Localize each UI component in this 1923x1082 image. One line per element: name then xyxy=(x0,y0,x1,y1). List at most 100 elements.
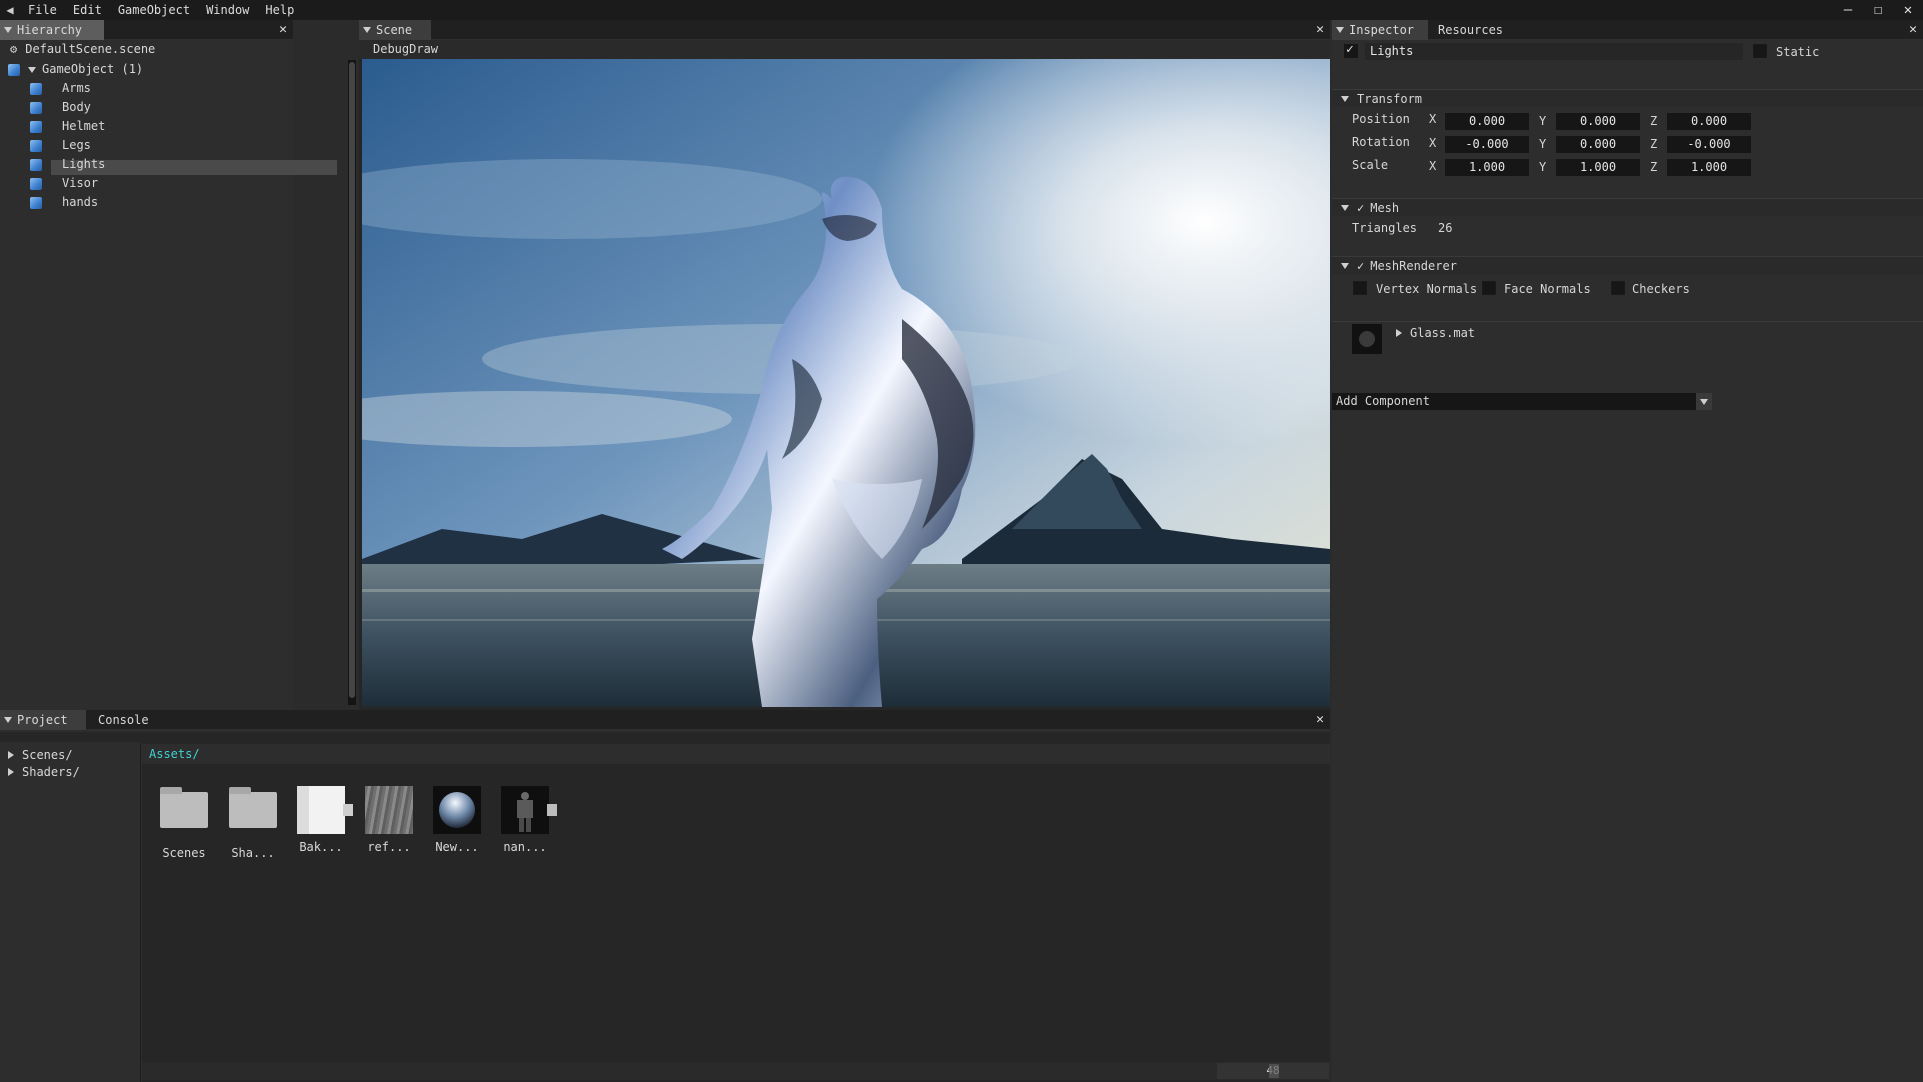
close-icon[interactable]: ✕ xyxy=(1893,0,1923,20)
expand-arrow-icon[interactable] xyxy=(1396,329,1402,337)
vertex-normals-checkbox[interactable] xyxy=(1353,281,1367,295)
tab-menu-icon[interactable] xyxy=(4,716,12,723)
cube-icon xyxy=(30,158,42,171)
hierarchy-item-visor[interactable]: Visor xyxy=(30,174,98,192)
asset-ref-texture[interactable]: ref... xyxy=(364,786,414,854)
hierarchy-root-row[interactable]: GameObject (1) xyxy=(8,60,143,78)
check-icon[interactable]: ✓ xyxy=(1357,201,1364,215)
rotation-z-field[interactable]: -0.000 xyxy=(1667,136,1751,153)
hierarchy-item-arms[interactable]: Arms xyxy=(30,79,91,97)
field-value: 1.000 xyxy=(1468,160,1506,174)
scale-z-field[interactable]: 1.000 xyxy=(1667,159,1751,176)
texture-thumbnail-icon xyxy=(365,786,413,834)
hierarchy-item-lights[interactable]: Lights xyxy=(30,155,105,173)
asset-bake-texture[interactable]: Bak... xyxy=(296,786,353,854)
tab-menu-icon[interactable] xyxy=(1336,26,1344,33)
position-y-field[interactable]: 0.000 xyxy=(1556,113,1640,130)
scale-y-field[interactable]: 1.000 xyxy=(1556,159,1640,176)
tab-resources-label: Resources xyxy=(1438,22,1504,37)
scene-icon: ⚙ xyxy=(10,42,18,56)
tab-hierarchy-label: Hierarchy xyxy=(17,22,83,37)
check-icon[interactable]: ✓ xyxy=(1357,259,1364,273)
tab-project[interactable]: Project xyxy=(0,709,86,730)
hierarchy-item-hands[interactable]: hands xyxy=(30,193,98,211)
maximize-icon[interactable]: ☐ xyxy=(1863,0,1893,20)
axis-y-label: Y xyxy=(1539,160,1547,174)
folder-tree: Scenes/ Shaders/ xyxy=(0,742,141,1082)
asset-name: Sha... xyxy=(231,846,275,860)
material-thumbnail[interactable] xyxy=(1352,324,1382,354)
path-bar: Assets/ xyxy=(142,744,1330,764)
checkers-checkbox[interactable] xyxy=(1611,281,1625,295)
close-icon[interactable]: ✕ xyxy=(1316,712,1324,728)
position-x-field[interactable]: 0.000 xyxy=(1445,113,1529,130)
static-checkbox[interactable] xyxy=(1753,44,1767,58)
scene-file-label: DefaultScene.scene xyxy=(25,42,156,56)
expand-arrow-icon[interactable] xyxy=(8,768,14,776)
scale-x-field[interactable]: 1.000 xyxy=(1445,159,1529,176)
slider-handle[interactable] xyxy=(1269,1064,1279,1078)
asset-scenes-folder[interactable]: Scenes xyxy=(159,786,209,860)
mesh-header[interactable]: ✓ Mesh xyxy=(1332,198,1923,216)
minimize-icon[interactable]: — xyxy=(1833,0,1863,20)
hierarchy-scrollbar[interactable] xyxy=(348,60,356,705)
path-label[interactable]: Assets/ xyxy=(149,746,200,762)
asset-shaders-folder[interactable]: Sha... xyxy=(228,786,278,860)
model-thumbnail-icon xyxy=(501,786,557,834)
tab-hierarchy[interactable]: Hierarchy xyxy=(0,19,104,40)
collapse-arrow-icon[interactable] xyxy=(1341,204,1349,211)
tab-resources[interactable]: Resources xyxy=(1428,20,1511,40)
thumbnail-size-slider[interactable]: 48 xyxy=(142,1062,1330,1080)
add-component-dropdown[interactable]: Add Component xyxy=(1332,393,1712,410)
menu-window[interactable]: Window xyxy=(198,0,257,20)
menu-help[interactable]: Help xyxy=(257,0,302,20)
face-normals-checkbox[interactable] xyxy=(1482,281,1496,295)
inspector-tabbar: Inspector Resources ✕ xyxy=(1332,19,1923,40)
chevron-down-icon[interactable] xyxy=(1696,393,1712,410)
rotation-x-field[interactable]: -0.000 xyxy=(1445,136,1529,153)
hierarchy-item-legs[interactable]: Legs xyxy=(30,136,91,154)
asset-new-material[interactable]: New... xyxy=(432,786,482,854)
close-icon[interactable]: ✕ xyxy=(1316,22,1324,38)
position-z-field[interactable]: 0.000 xyxy=(1667,113,1751,130)
tab-menu-icon[interactable] xyxy=(4,26,12,33)
expand-arrow-icon[interactable] xyxy=(28,67,36,73)
material-row[interactable]: Glass.mat xyxy=(1396,324,1475,342)
scene-file-row[interactable]: ⚙ DefaultScene.scene xyxy=(10,40,155,58)
asset-nanosuit-model[interactable]: nan... xyxy=(500,786,557,854)
menu-gameobject[interactable]: GameObject xyxy=(110,0,198,20)
close-icon[interactable]: ✕ xyxy=(279,22,287,38)
tab-console[interactable]: Console xyxy=(86,710,157,730)
transform-header[interactable]: Transform xyxy=(1332,89,1923,107)
triangles-label: Triangles xyxy=(1352,221,1418,235)
meshrenderer-header[interactable]: ✓ MeshRenderer xyxy=(1332,256,1923,274)
cube-icon xyxy=(30,196,42,209)
hierarchy-tabbar: Hierarchy ✕ xyxy=(0,19,293,40)
hierarchy-item-body[interactable]: Body xyxy=(30,98,91,116)
expand-arrow-icon[interactable] xyxy=(8,751,14,759)
object-name-input[interactable]: Lights xyxy=(1365,43,1743,60)
scene-toolbar: DebugDraw xyxy=(359,40,1330,59)
rotation-y-field[interactable]: 0.000 xyxy=(1556,136,1640,153)
tree-item-shaders[interactable]: Shaders/ xyxy=(8,763,80,781)
tab-menu-icon[interactable] xyxy=(363,26,371,33)
menu-file[interactable]: File xyxy=(20,0,65,20)
slider-track[interactable]: 48 xyxy=(1217,1063,1329,1079)
collapse-arrow-icon[interactable] xyxy=(1341,262,1349,269)
scrollbar-thumb[interactable] xyxy=(349,62,355,698)
debugdraw-menu[interactable]: DebugDraw xyxy=(373,42,438,57)
menu-edit[interactable]: Edit xyxy=(65,0,110,20)
tab-inspector[interactable]: Inspector xyxy=(1332,19,1428,40)
scene-viewport[interactable] xyxy=(362,59,1330,707)
folder-icon xyxy=(229,787,277,828)
active-checkbox[interactable]: ✓ xyxy=(1344,42,1358,58)
scene-panel: Scene ✕ DebugDraw xyxy=(359,19,1330,710)
close-icon[interactable]: ✕ xyxy=(1909,22,1917,38)
hierarchy-item-helmet[interactable]: Helmet xyxy=(30,117,105,135)
asset-name: ref... xyxy=(367,840,411,854)
tab-scene[interactable]: Scene xyxy=(359,19,431,40)
scale-label: Scale xyxy=(1352,158,1389,172)
collapse-arrow-icon[interactable] xyxy=(1341,95,1349,102)
tree-item-scenes[interactable]: Scenes/ xyxy=(8,746,73,764)
axis-y-label: Y xyxy=(1539,114,1547,128)
